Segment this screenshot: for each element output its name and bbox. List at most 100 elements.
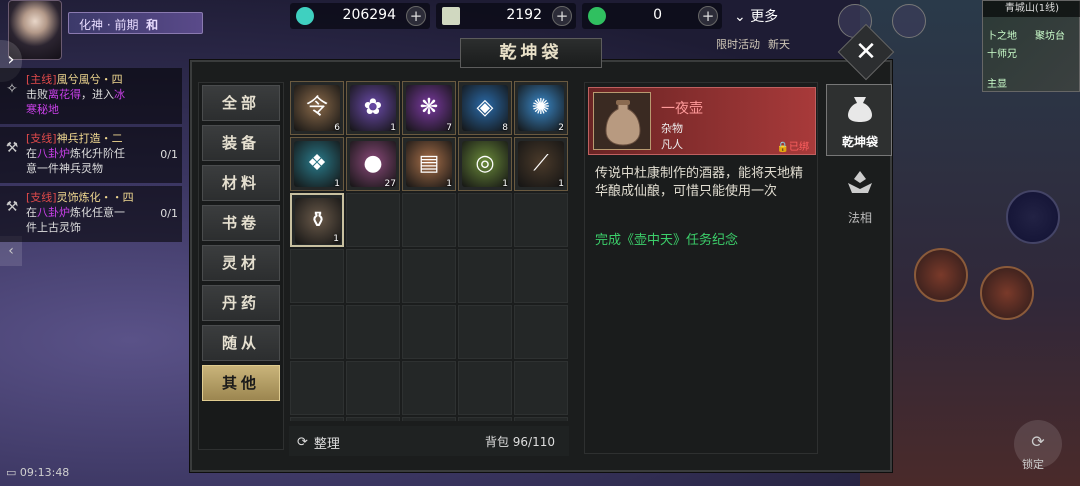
quest-title: 風兮風兮・四 (56, 73, 123, 86)
item-detail: 一夜壶 杂物 凡人 🔒已绑 传说中杜康制作的酒器，能将天地精华酿成仙酿，可惜只能… (584, 82, 818, 454)
empty-slot[interactable] (402, 417, 456, 421)
map-label: 卜之地 (987, 31, 1017, 42)
empty-slot[interactable] (514, 305, 568, 359)
quest-text: 寒秘地 (26, 103, 59, 116)
jade-icon (296, 7, 314, 25)
inventory-slot[interactable]: ❖ 1 (290, 137, 344, 191)
category-all[interactable]: 全部 (202, 85, 280, 121)
empty-slot[interactable] (458, 305, 512, 359)
item-count: 27 (384, 179, 396, 189)
empty-slot[interactable] (290, 305, 344, 359)
minimap[interactable]: 青城山(1线) 卜之地 十师兄 聚坊台 主显 (982, 0, 1080, 92)
empty-slot[interactable] (346, 193, 400, 247)
inventory-slot[interactable]: ● 27 (346, 137, 400, 191)
empty-slot[interactable] (458, 193, 512, 247)
empty-slot[interactable] (402, 361, 456, 415)
event-new-label[interactable]: 新天 (768, 36, 790, 52)
currency-token: 2192 + (436, 3, 576, 29)
map-label: 聚坊台 (1035, 31, 1065, 42)
add-spirit-coin-button[interactable]: + (698, 6, 718, 26)
event-limited-label[interactable]: 限时活动 (716, 36, 760, 52)
inventory-slot[interactable]: ❋ 7 (402, 81, 456, 135)
quest-title: 神兵打造・二 (56, 132, 123, 145)
empty-slot[interactable] (346, 249, 400, 303)
anvil-icon: ⚒ (5, 140, 19, 156)
map-label: 主显 (987, 79, 1007, 90)
sort-button[interactable]: ⟳ 整理 (297, 433, 340, 452)
bound-badge: 🔒已绑 (777, 138, 809, 153)
mode-label: 和 (146, 18, 159, 32)
more-menu-button[interactable]: ⌄ 更多 (734, 6, 778, 26)
item-grid: 令 6 ✿ 1 ❋ 7 ◈ 8 ✺ 2 ❖ 1 ● 27 ▤ 1 ◎ 1 ⟋ 1 ⚱ 1 (289, 79, 569, 421)
empty-slot[interactable] (290, 361, 344, 415)
item-count: 1 (333, 234, 339, 244)
refresh-icon: ⟳ (297, 435, 308, 450)
taiji-icon[interactable] (1006, 190, 1060, 244)
skill-button[interactable] (914, 248, 968, 302)
empty-slot[interactable] (514, 361, 568, 415)
empty-slot[interactable] (402, 249, 456, 303)
quest-text: 在 (26, 147, 37, 160)
quest-text: ，进入 (81, 88, 114, 101)
quest-text: 炼化升阶任 (70, 147, 125, 160)
jar-icon (593, 92, 651, 150)
empty-slot[interactable] (346, 361, 400, 415)
inventory-slot[interactable]: ◈ 8 (458, 81, 512, 135)
empty-slot[interactable] (458, 417, 512, 421)
quest-text: 炼化任意一 (70, 206, 125, 219)
empty-slot[interactable] (290, 417, 344, 421)
quest-title: 灵饰炼化・・四 (56, 191, 134, 204)
item-count: 1 (390, 123, 396, 133)
inventory-slot[interactable]: ✿ 1 (346, 81, 400, 135)
quest-item-main[interactable]: ✧ [主线]風兮風兮・四 击败离花得，进入冰 寒秘地 (0, 68, 182, 124)
empty-slot[interactable] (346, 305, 400, 359)
category-followers[interactable]: 随从 (202, 325, 280, 361)
dharma-icon (848, 171, 872, 193)
tab-dharma[interactable]: 法相 (826, 160, 892, 232)
empty-slot[interactable] (290, 249, 344, 303)
category-materials[interactable]: 材料 (202, 165, 280, 201)
empty-slot[interactable] (402, 305, 456, 359)
empty-slot[interactable] (458, 361, 512, 415)
tab-bag[interactable]: 乾坤袋 (826, 84, 892, 156)
close-icon: ✕ (855, 37, 877, 67)
item-note: 完成《壶中天》任务纪念 (595, 233, 739, 248)
battery-icon: ▭ (6, 466, 17, 479)
item-count: 1 (446, 179, 452, 189)
inventory-slot[interactable]: ▤ 1 (402, 137, 456, 191)
bag-icon (848, 97, 872, 122)
right-tabs: 乾坤袋 法相 (826, 84, 892, 230)
anvil-icon: ⚒ (5, 199, 19, 215)
empty-slot[interactable] (346, 417, 400, 421)
currency-jade: 206294 + (290, 3, 430, 29)
inventory-slot[interactable]: ⟋ 1 (514, 137, 568, 191)
player-realm-badge[interactable]: 化神 · 前期 和 (68, 12, 203, 34)
inventory-slot[interactable]: ✺ 2 (514, 81, 568, 135)
inventory-slot[interactable]: 令6 (290, 81, 344, 135)
empty-slot[interactable] (514, 193, 568, 247)
refresh-icon: ⟳ (1031, 432, 1045, 451)
inventory-slot[interactable]: ◎ 1 (458, 137, 512, 191)
quest-progress: 0/1 (160, 207, 178, 220)
item-count: 1 (558, 179, 564, 189)
item-count: 8 (502, 123, 508, 133)
empty-slot[interactable] (458, 249, 512, 303)
category-pills[interactable]: 丹药 (202, 285, 280, 321)
add-token-button[interactable]: + (552, 6, 572, 26)
empty-slot[interactable] (402, 193, 456, 247)
category-scrolls[interactable]: 书卷 (202, 205, 280, 241)
inventory-slot[interactable]: ⚱ 1 (290, 193, 344, 247)
category-equipment[interactable]: 装备 (202, 125, 280, 161)
currency-spirit-coin: 0 + (582, 3, 722, 29)
empty-slot[interactable] (514, 249, 568, 303)
item-detail-header: 一夜壶 杂物 凡人 🔒已绑 (588, 87, 816, 155)
category-other[interactable]: 其他 (202, 365, 280, 401)
skill-button[interactable] (980, 266, 1034, 320)
empty-slot[interactable] (514, 417, 568, 421)
ranking-icon[interactable] (892, 4, 926, 38)
add-jade-button[interactable]: + (406, 6, 426, 26)
quest-item-side-1[interactable]: ⚒ [支线]神兵打造・二 在八卦炉炼化升阶任 意一件神兵灵物 0/1 (0, 127, 182, 183)
bag-capacity: 背包 96/110 (484, 435, 555, 449)
category-spirit-materials[interactable]: 灵材 (202, 245, 280, 281)
quest-item-side-2[interactable]: ⚒ [支线]灵饰炼化・・四 在八卦炉炼化任意一 件上古灵饰 0/1 (0, 186, 182, 242)
